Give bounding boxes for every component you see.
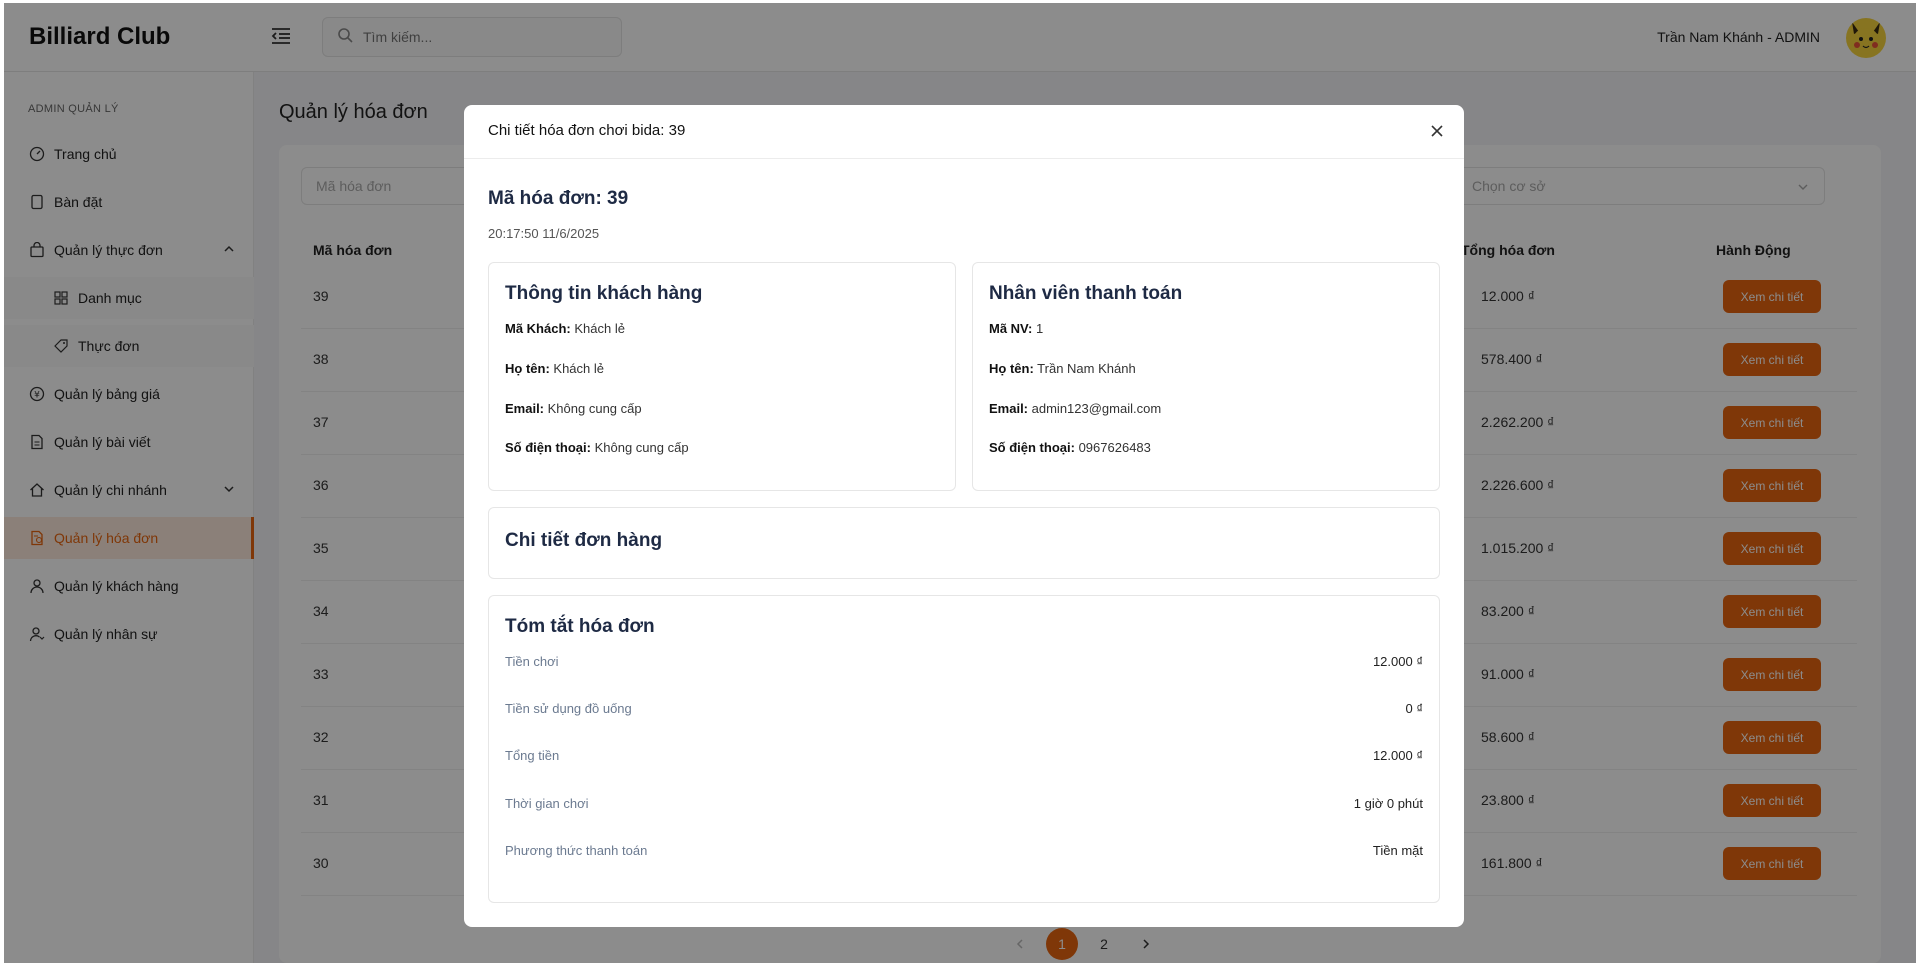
customer-phone: Số điện thoại: Không cung cấp bbox=[505, 440, 689, 455]
order-details-card: Chi tiết đơn hàng bbox=[488, 507, 1440, 579]
close-icon[interactable] bbox=[1428, 122, 1446, 140]
invoice-detail-modal: Chi tiết hóa đơn chơi bida: 39 Mã hóa đơ… bbox=[464, 105, 1464, 927]
summary-row-total: Tổng tiền 12.000 ₫ bbox=[505, 748, 1423, 763]
modal-header: Chi tiết hóa đơn chơi bida: 39 bbox=[464, 105, 1464, 159]
customer-info-heading: Thông tin khách hàng bbox=[505, 283, 703, 304]
summary-row-play-time: Thời gian chơi 1 giờ 0 phút bbox=[505, 796, 1423, 811]
summary-row-payment-method: Phương thức thanh toán Tiền mặt bbox=[505, 843, 1423, 858]
invoice-summary-heading: Tóm tắt hóa đơn bbox=[505, 616, 655, 637]
invoice-summary-card: Tóm tắt hóa đơn Tiền chơi 12.000 ₫ Tiền s… bbox=[488, 595, 1440, 903]
invoice-code: Mã hóa đơn: 39 bbox=[488, 188, 629, 209]
staff-info-card: Nhân viên thanh toán Mã NV: 1 Họ tên: Tr… bbox=[972, 262, 1440, 491]
staff-info-heading: Nhân viên thanh toán bbox=[989, 283, 1183, 304]
staff-name: Họ tên: Trần Nam Khánh bbox=[989, 361, 1136, 376]
order-details-heading: Chi tiết đơn hàng bbox=[505, 530, 663, 551]
customer-email: Email: Không cung cấp bbox=[505, 401, 642, 416]
customer-name: Họ tên: Khách lẻ bbox=[505, 361, 604, 376]
staff-phone: Số điện thoại: 0967626483 bbox=[989, 440, 1151, 455]
summary-row-play-fee: Tiền chơi 12.000 ₫ bbox=[505, 654, 1423, 669]
staff-email: Email: admin123@gmail.com bbox=[989, 401, 1162, 416]
customer-id: Mã Khách: Khách lẻ bbox=[505, 321, 625, 336]
modal-title: Chi tiết hóa đơn chơi bida: 39 bbox=[488, 122, 686, 139]
invoice-datetime: 20:17:50 11/6/2025 bbox=[488, 226, 600, 241]
summary-row-drinks: Tiền sử dụng đồ uống 0 ₫ bbox=[505, 701, 1423, 716]
staff-id: Mã NV: 1 bbox=[989, 321, 1044, 336]
customer-info-card: Thông tin khách hàng Mã Khách: Khách lẻ … bbox=[488, 262, 956, 491]
app-window: Billiard Club Trần Nam Khánh - ADMIN ADM… bbox=[4, 3, 1916, 963]
